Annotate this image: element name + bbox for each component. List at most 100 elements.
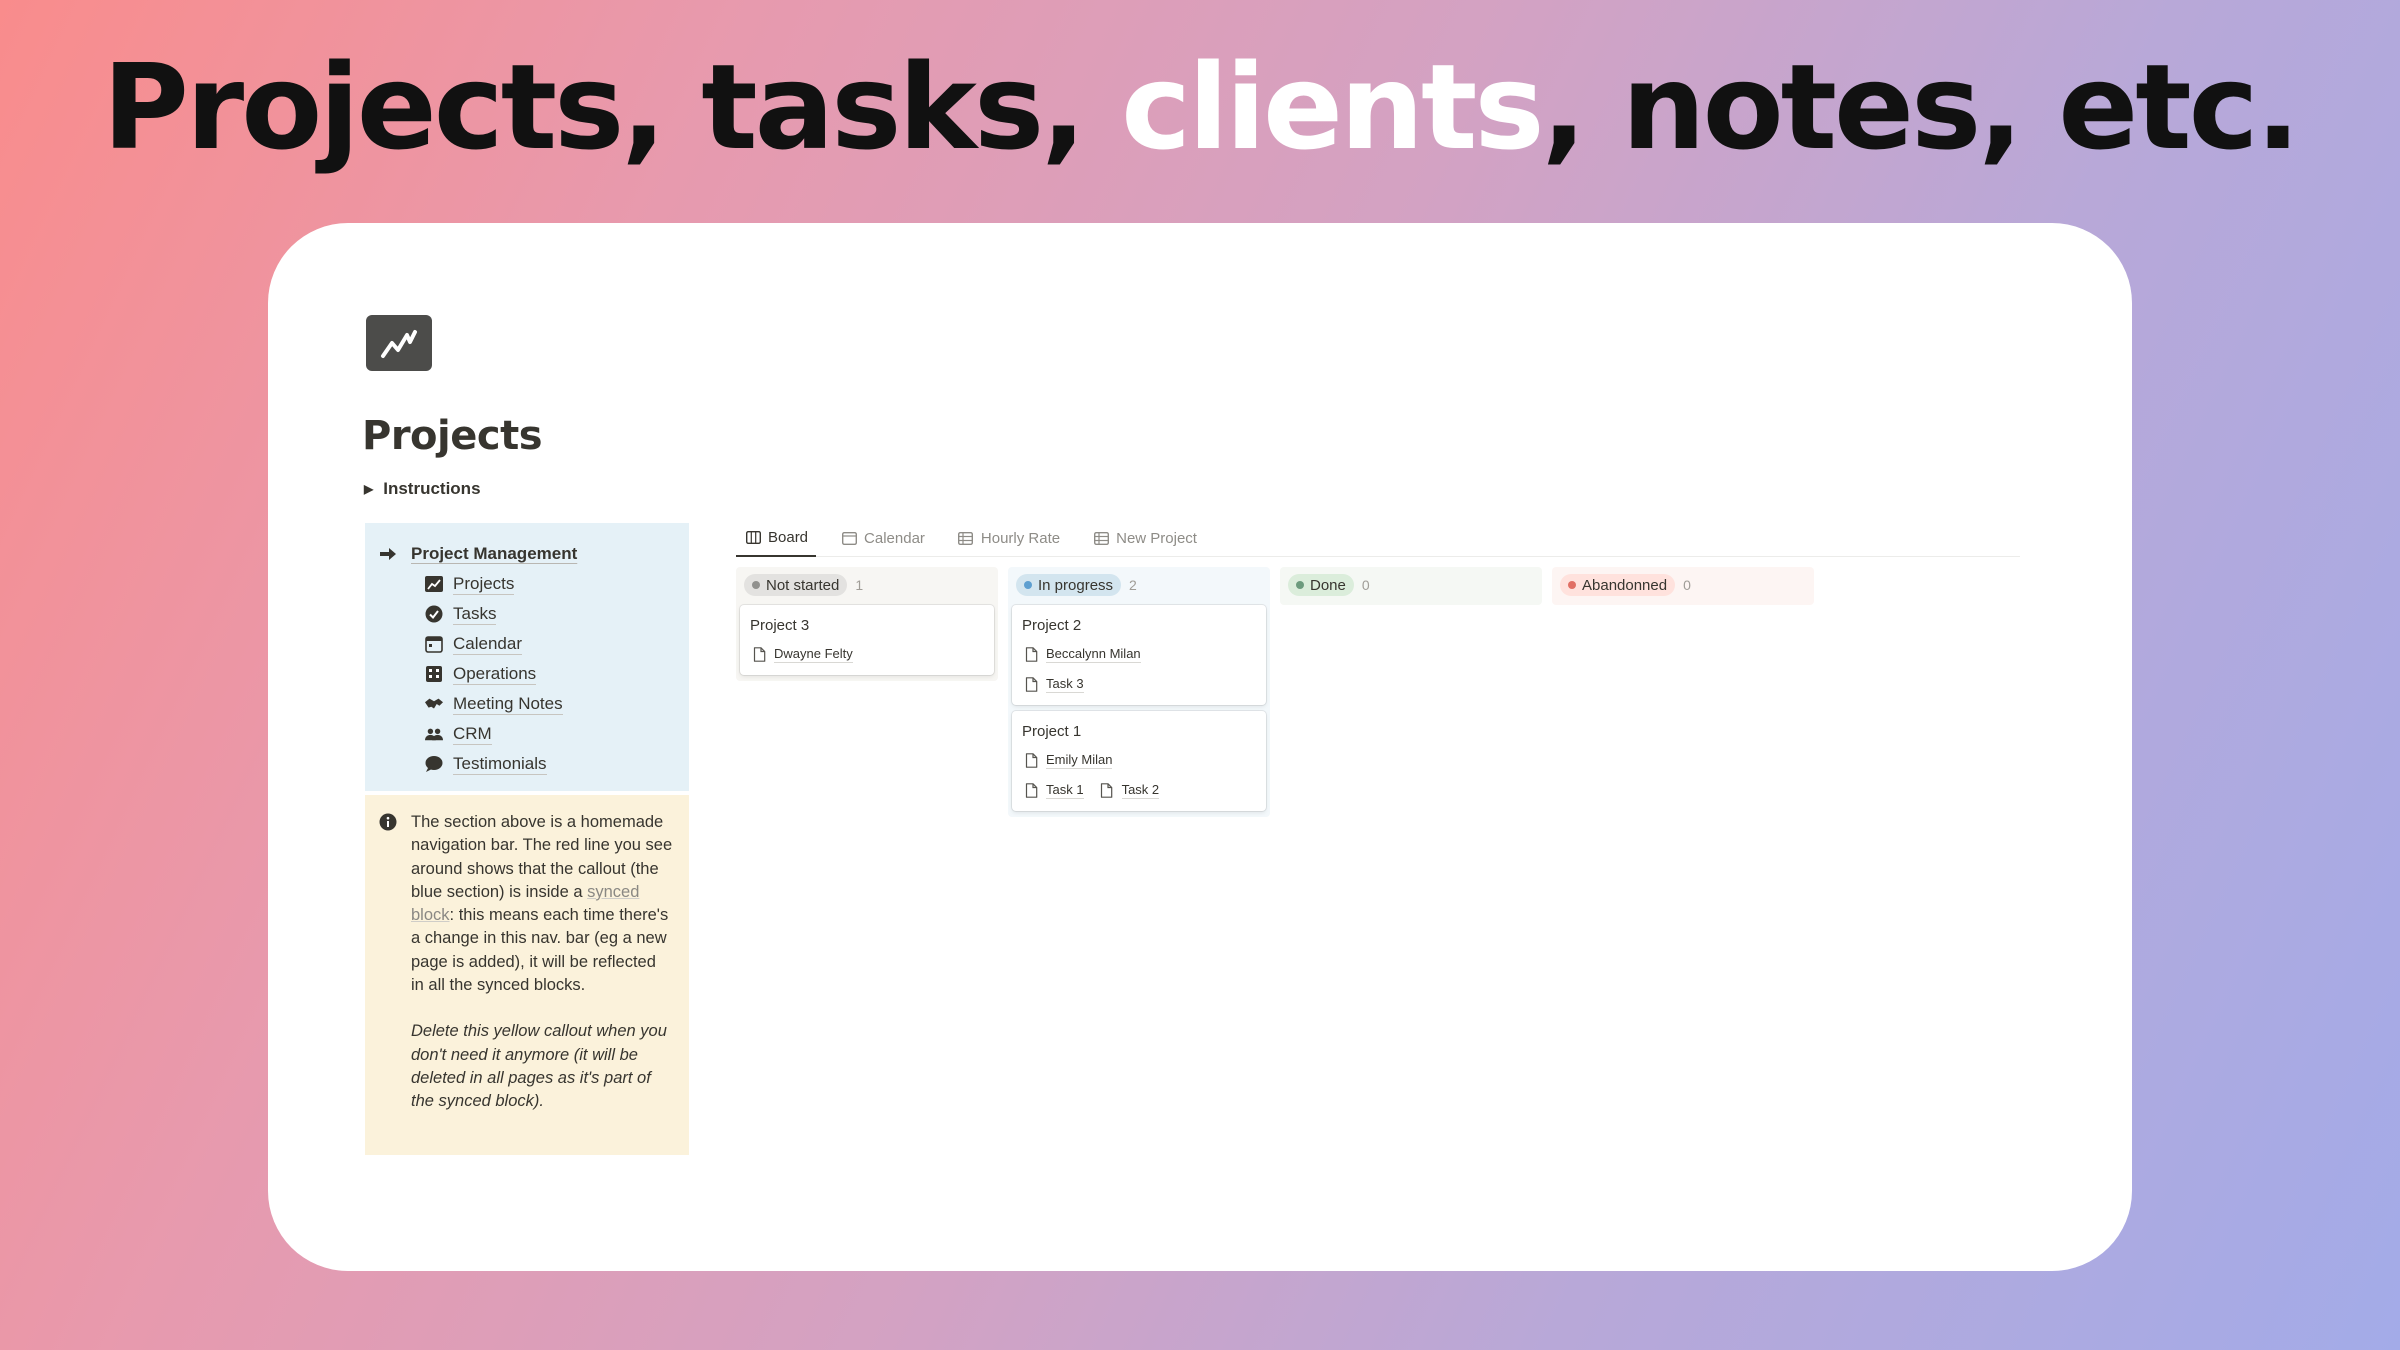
card-title: Project 2 <box>1022 617 1082 634</box>
kanban-card[interactable]: Project 2 Beccalynn Milan Task 3 <box>1012 605 1266 705</box>
kanban-card[interactable]: Project 1 Emily Milan Task 1 Task 2 <box>1012 711 1266 811</box>
board-column-done: Done 0 <box>1280 567 1542 605</box>
kanban-card[interactable]: Project 3 Dwayne Felty <box>740 605 994 675</box>
nav-item-testimonials[interactable]: Testimonials <box>379 749 689 779</box>
nav-item-crm[interactable]: CRM <box>379 719 689 749</box>
relation-label: Task 3 <box>1046 675 1084 693</box>
arrow-right-icon <box>379 545 397 563</box>
tab-calendar-label: Calendar <box>864 529 925 547</box>
status-pill: In progress <box>1016 574 1122 596</box>
card-relation-row: Dwayne Felty <box>750 639 984 669</box>
info-icon <box>379 813 397 838</box>
card-title: Project 1 <box>1022 723 1082 740</box>
nav-item-projects[interactable]: Projects <box>379 569 689 599</box>
nav-item-label: Testimonials <box>453 753 547 775</box>
nav-header-label: Project Management <box>411 544 578 563</box>
relation-item[interactable]: Emily Milan <box>1022 751 1113 769</box>
status-count: 1 <box>855 577 864 593</box>
status-pill: Not started <box>744 574 848 596</box>
table-icon <box>957 529 975 547</box>
status-pill: Done <box>1288 574 1354 596</box>
tab-hourly-rate[interactable]: Hourly Rate <box>949 519 1068 557</box>
page-icon <box>1022 751 1040 769</box>
tab-board[interactable]: Board <box>736 519 817 557</box>
board-column-in-progress: In progress 2 Project 2 Beccalynn Milan … <box>1008 567 1270 817</box>
headline-highlight: clients <box>1121 38 1545 176</box>
page-icon <box>750 645 768 663</box>
status-pill: Abandonned <box>1560 574 1676 596</box>
tab-new-project-label: New Project <box>1116 529 1197 547</box>
nav-item-operations[interactable]: Operations <box>379 659 689 689</box>
column-header[interactable]: In progress 2 <box>1012 571 1266 599</box>
table-icon <box>1092 529 1110 547</box>
column-header[interactable]: Not started 1 <box>740 571 994 599</box>
relation-label: Beccalynn Milan <box>1046 645 1141 663</box>
callout-text-b: : this means each time there's a change … <box>411 906 669 995</box>
toggle-label: Instructions <box>383 479 481 498</box>
instructions-toggle[interactable]: ▶ Instructions <box>364 479 481 499</box>
status-label: Abandonned <box>1582 576 1668 594</box>
nav-item-label: Operations <box>453 663 537 685</box>
card-title: Project 3 <box>750 617 810 634</box>
nav-header[interactable]: Project Management <box>379 539 689 569</box>
relation-item[interactable]: Task 3 <box>1022 675 1084 693</box>
relation-item[interactable]: Task 2 <box>1098 781 1160 799</box>
status-dot <box>752 581 760 589</box>
tab-hourly-rate-label: Hourly Rate <box>980 529 1061 547</box>
status-count: 0 <box>1683 577 1691 593</box>
tab-calendar[interactable]: Calendar <box>832 519 933 557</box>
status-label: Done <box>1310 576 1346 594</box>
status-dot <box>1568 581 1576 589</box>
building-icon <box>425 665 443 683</box>
check-circle-icon <box>425 605 443 623</box>
chart-icon <box>425 575 443 593</box>
toggle-triangle-icon[interactable]: ▶ <box>364 482 373 496</box>
tab-board-label: Board <box>768 528 809 546</box>
notion-window: Projects ▶ Instructions Project Manageme… <box>268 223 2132 1271</box>
headline-part2: , notes, etc. <box>1541 38 2301 176</box>
card-relation-row: Emily Milan <box>1022 745 1256 775</box>
status-label: In progress <box>1038 576 1114 594</box>
headline-part1: Projects, tasks, <box>102 38 1122 176</box>
page-title: Projects <box>362 413 543 459</box>
callout-paragraph: The section above is a homemade navigati… <box>411 811 673 997</box>
board-column-not-started: Not started 1 Project 3 Dwayne Felty <box>736 567 998 681</box>
page-icon <box>1098 781 1116 799</box>
view-tabs: Board Calendar Hourly Rate New Project <box>736 519 2020 557</box>
board-icon <box>744 528 762 546</box>
nav-item-label: Projects <box>453 573 515 595</box>
nav-item-calendar[interactable]: Calendar <box>379 629 689 659</box>
status-dot <box>1296 581 1304 589</box>
nav-item-label: Calendar <box>453 633 522 655</box>
nav-item-label: CRM <box>453 723 492 745</box>
yellow-callout: The section above is a homemade navigati… <box>365 795 689 1155</box>
card-relation-row: Task 3 <box>1022 669 1256 699</box>
nav-item-label: Meeting Notes <box>453 693 563 715</box>
board-column-abandonned: Abandonned 0 <box>1552 567 1814 605</box>
tab-new-project[interactable]: New Project <box>1084 519 1205 557</box>
card-relation-row: Beccalynn Milan <box>1022 639 1256 669</box>
nav-item-tasks[interactable]: Tasks <box>379 599 689 629</box>
handshake-icon <box>425 695 443 713</box>
calendar-view-icon <box>840 529 858 547</box>
status-count: 2 <box>1129 577 1137 593</box>
nav-item-label: Tasks <box>453 603 497 625</box>
page-icon <box>1022 645 1040 663</box>
relation-label: Task 2 <box>1121 781 1160 799</box>
relation-item[interactable]: Dwayne Felty <box>750 645 853 663</box>
relation-label: Emily Milan <box>1046 751 1113 769</box>
status-dot <box>1024 581 1032 589</box>
people-icon <box>425 725 443 743</box>
relation-item[interactable]: Beccalynn Milan <box>1022 645 1141 663</box>
navigation-callout: Project Management Projects Tasks Calend… <box>365 523 689 791</box>
callout-italic-paragraph: Delete this yellow callout when you don'… <box>411 1022 667 1111</box>
page-chart-icon[interactable] <box>366 315 432 371</box>
column-header[interactable]: Abandonned 0 <box>1556 571 1810 599</box>
page-icon <box>1022 781 1040 799</box>
column-header[interactable]: Done 0 <box>1284 571 1538 599</box>
relation-item[interactable]: Task 1 <box>1022 781 1084 799</box>
calendar-icon <box>425 635 443 653</box>
speech-bubble-icon <box>425 755 443 773</box>
page-icon <box>1022 675 1040 693</box>
nav-item-meeting-notes[interactable]: Meeting Notes <box>379 689 689 719</box>
